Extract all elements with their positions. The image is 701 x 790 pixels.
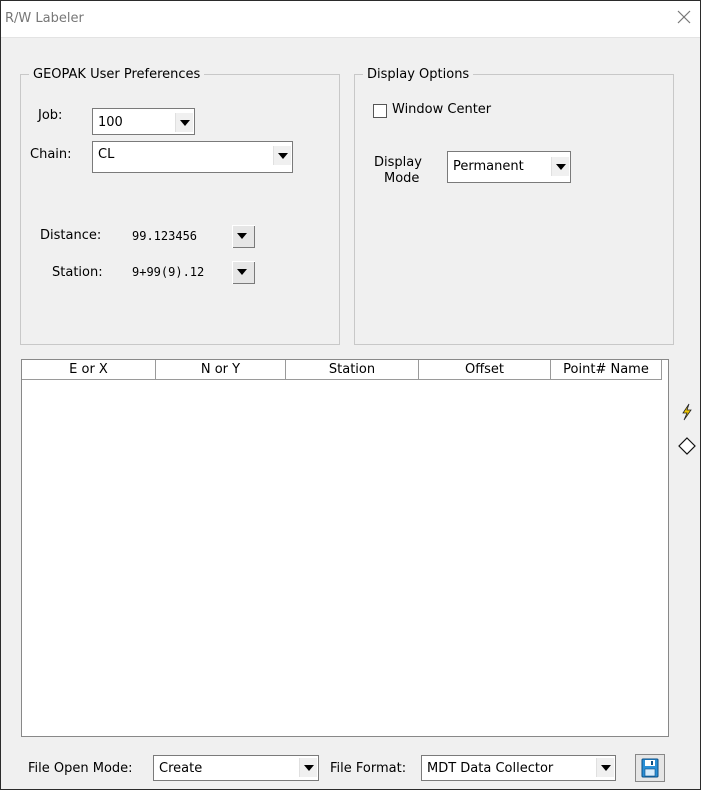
file-format-value: MDT Data Collector: [427, 761, 554, 776]
job-dropdown[interactable]: 100: [92, 108, 195, 135]
window-title: R/W Labeler: [5, 11, 84, 26]
file-open-mode-dropdown[interactable]: Create: [153, 755, 319, 781]
column-header-n-or-y[interactable]: N or Y: [156, 360, 286, 380]
close-icon[interactable]: [674, 7, 694, 27]
diamond-icon[interactable]: [676, 435, 698, 457]
station-label: Station:: [52, 265, 103, 280]
file-format-dropdown[interactable]: MDT Data Collector: [421, 755, 616, 781]
chain-dropdown[interactable]: CL: [92, 141, 293, 173]
job-value: 100: [98, 115, 123, 130]
column-header-point-name[interactable]: Point# Name: [551, 360, 662, 380]
display-mode-value: Permanent: [453, 159, 524, 174]
job-label: Job:: [38, 108, 63, 123]
file-open-mode-value: Create: [159, 761, 203, 776]
distance-field[interactable]: 99.123456: [119, 223, 257, 250]
station-value[interactable]: 9+99(9).12: [132, 265, 204, 279]
chevron-down-icon[interactable]: [232, 225, 255, 248]
display-mode-label-line1: Display: [374, 155, 422, 170]
window-center-checkbox[interactable]: [373, 104, 387, 118]
chevron-down-icon[interactable]: [232, 261, 255, 284]
column-header-station[interactable]: Station: [286, 360, 419, 380]
points-table[interactable]: E or X N or Y Station Offset Point# Name: [21, 359, 669, 737]
chevron-down-icon[interactable]: [273, 146, 291, 165]
chevron-down-icon[interactable]: [175, 113, 193, 132]
chevron-down-icon[interactable]: [596, 758, 614, 777]
save-button[interactable]: [635, 754, 665, 782]
save-icon: [641, 758, 659, 778]
distance-value[interactable]: 99.123456: [132, 229, 197, 243]
title-bar: R/W Labeler: [1, 1, 700, 38]
distance-label: Distance:: [40, 228, 102, 243]
chain-value: CL: [98, 147, 115, 162]
window-center-label[interactable]: Window Center: [392, 102, 491, 117]
display-mode-dropdown[interactable]: Permanent: [447, 151, 571, 183]
lightning-icon[interactable]: [676, 401, 698, 423]
rw-labeler-window: R/W Labeler GEOPAK User Preferences Job:…: [0, 0, 701, 790]
chevron-down-icon[interactable]: [299, 758, 317, 777]
station-field[interactable]: 9+99(9).12: [119, 259, 257, 286]
chain-label: Chain:: [30, 147, 72, 162]
file-open-mode-label: File Open Mode:: [28, 761, 133, 776]
column-header-e-or-x[interactable]: E or X: [22, 360, 156, 380]
table-header: E or X N or Y Station Offset Point# Name: [22, 360, 668, 380]
column-header-offset[interactable]: Offset: [419, 360, 551, 380]
file-format-label: File Format:: [330, 761, 407, 776]
display-options-legend: Display Options: [367, 67, 470, 82]
preferences-legend: GEOPAK User Preferences: [33, 67, 201, 82]
display-mode-label-line2: Mode: [384, 171, 420, 186]
chevron-down-icon[interactable]: [551, 157, 569, 176]
